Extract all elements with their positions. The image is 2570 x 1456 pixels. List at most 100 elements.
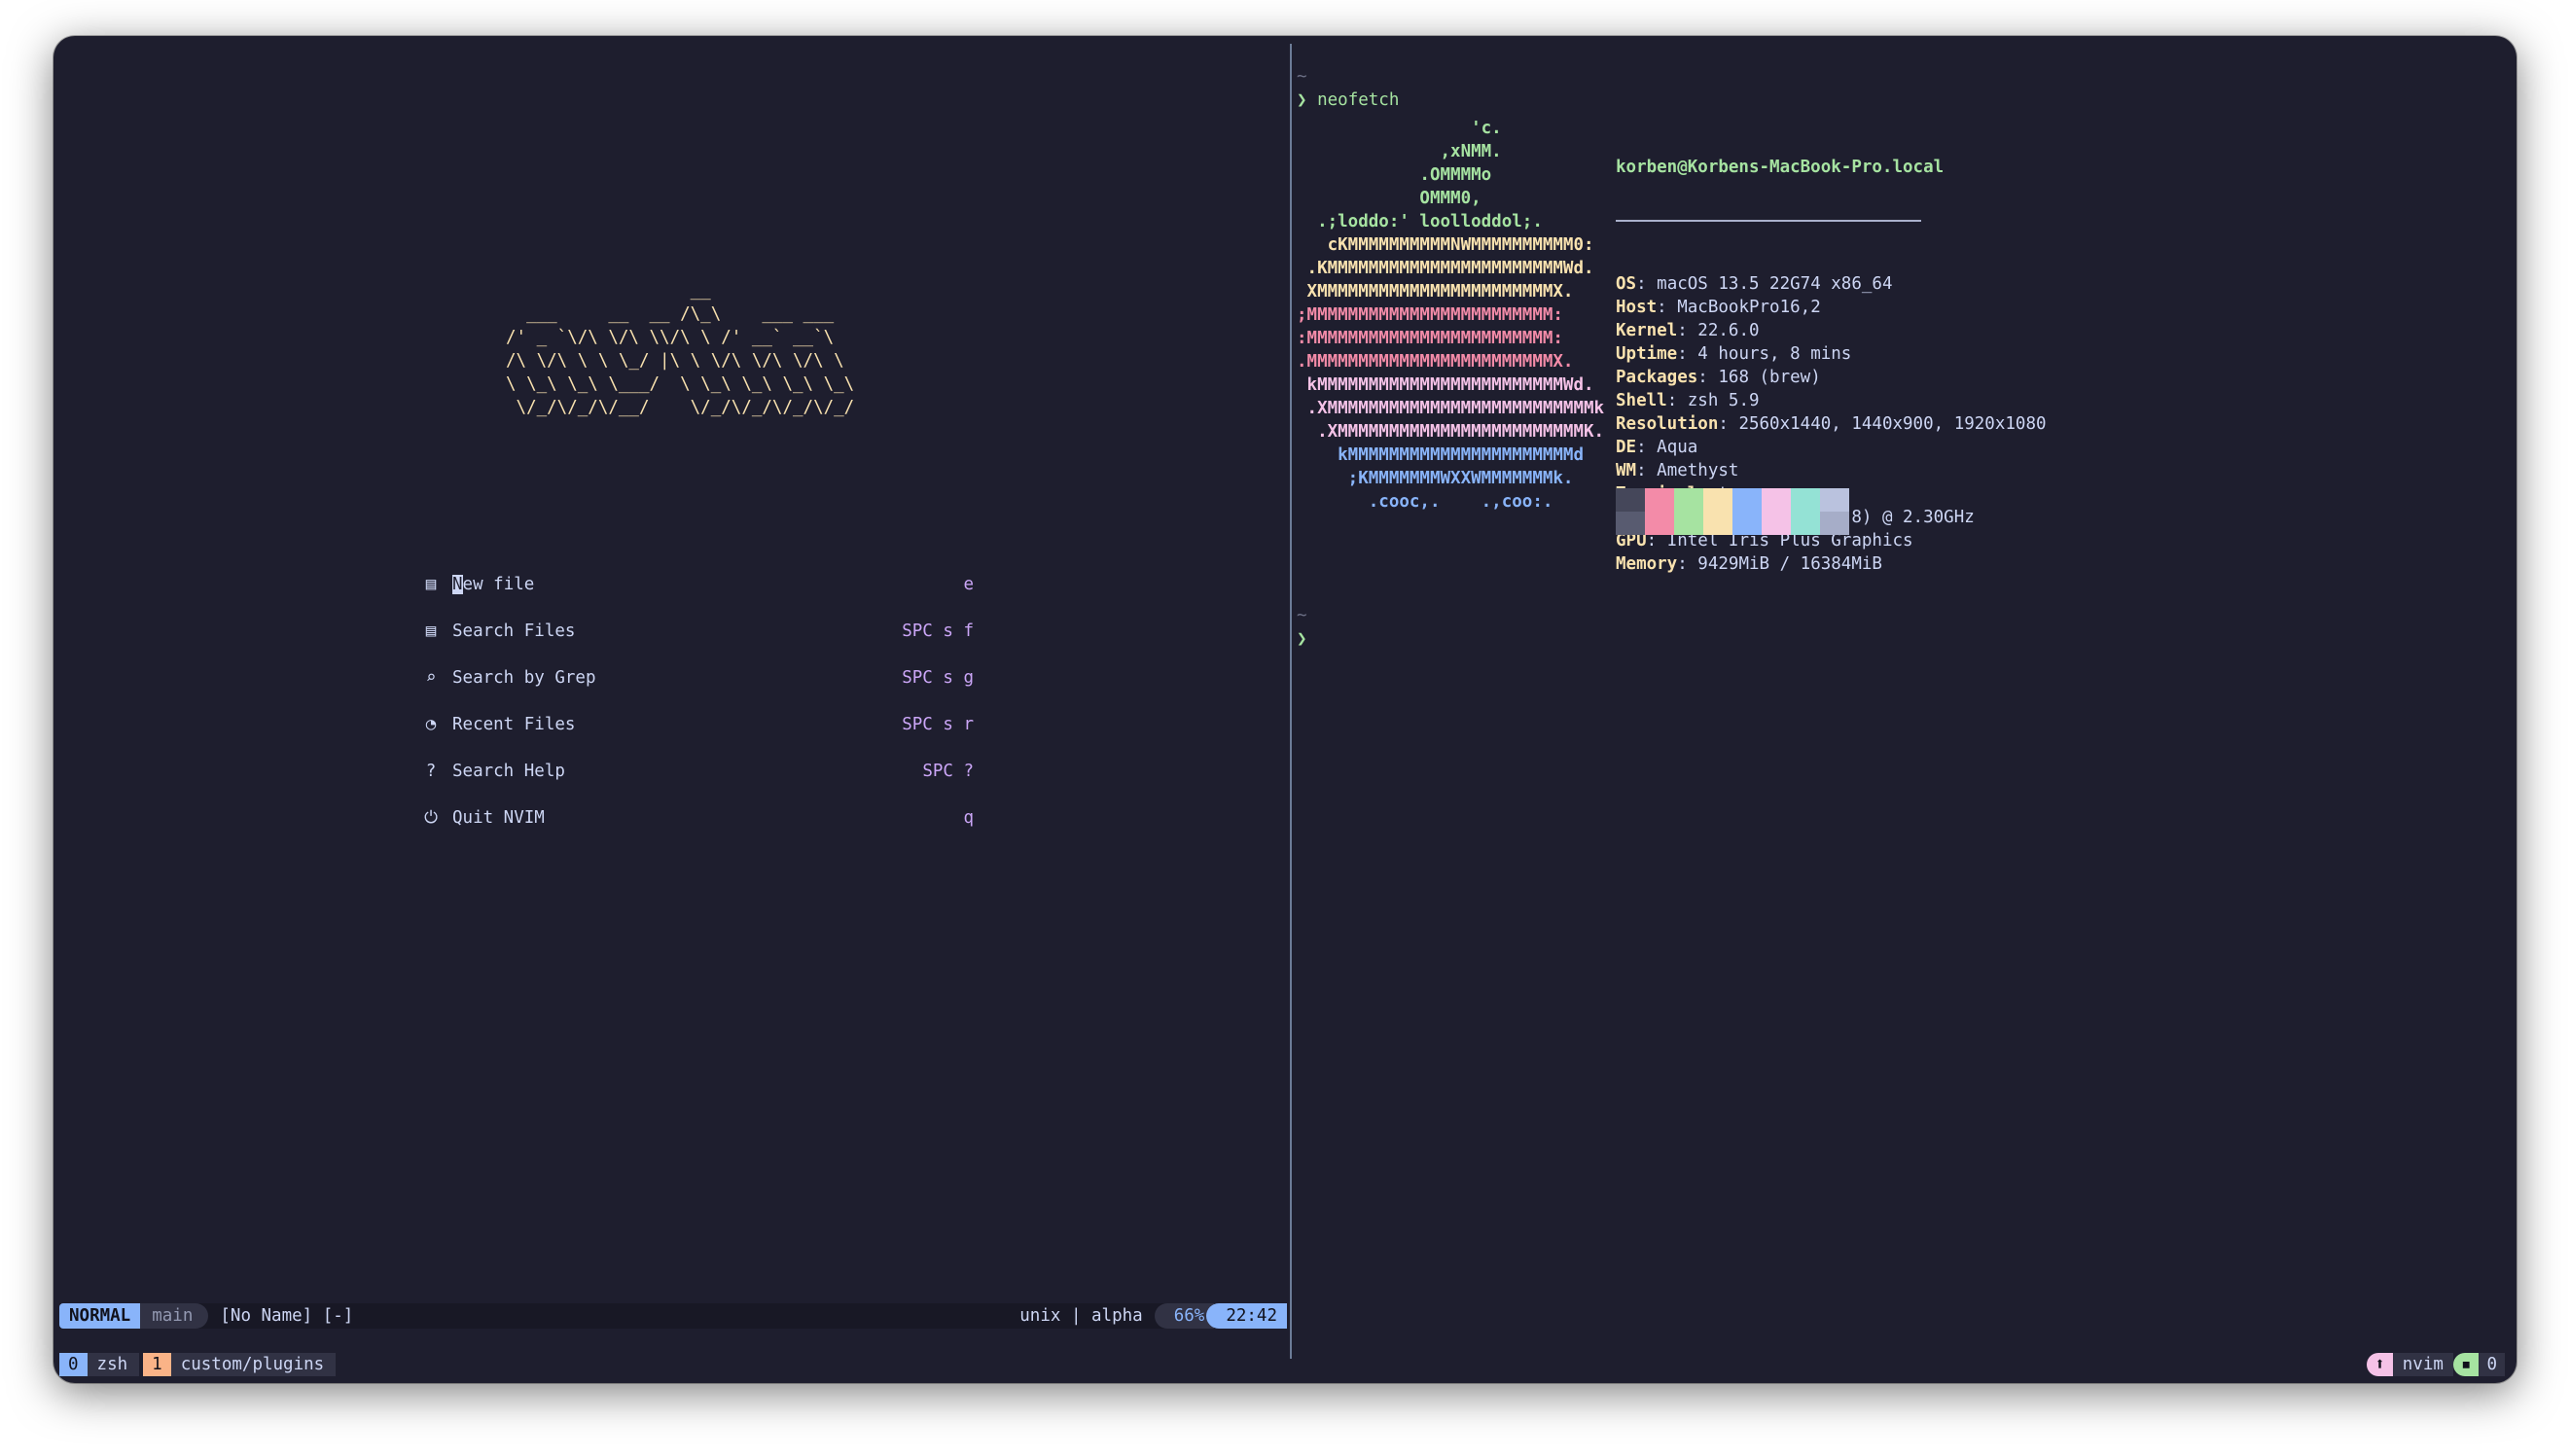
info-key: WM	[1616, 461, 1637, 480]
info-row: OS: macOS 13.5 22G74 x86_64	[1616, 274, 1893, 294]
info-key: DE	[1616, 438, 1637, 457]
info-key: OS	[1616, 274, 1637, 294]
power-icon: ⏻	[424, 808, 438, 828]
ascii-line: ;MMMMMMMMMMMMMMMMMMMMMMMM:	[1297, 305, 1563, 325]
dashboard-item-shortcut: SPC s f	[902, 621, 974, 641]
ascii-line: .KMMMMMMMMMMMMMMMMMMMMMMMWd.	[1297, 259, 1594, 278]
help-icon: ?	[425, 762, 437, 781]
logo-line: /\ \/\ \ \ \_/ |\ \ \/\ \/\ \/\ \	[506, 351, 844, 371]
info-value: zsh 5.9	[1687, 391, 1760, 410]
info-row: Uptime: 4 hours, 8 mins	[1616, 344, 1852, 364]
info-row: Shell: zsh 5.9	[1616, 391, 1760, 410]
logo-line: ___ __ __ /\_\ ___ ___	[506, 304, 835, 324]
session-icon: ▪	[2452, 1353, 2480, 1376]
tmux-window-0[interactable]: zsh	[87, 1353, 140, 1376]
info-row: Resolution: 2560x1440, 1440x900, 1920x10…	[1616, 414, 2047, 434]
info-key: Uptime	[1616, 344, 1678, 364]
prompt-symbol: ❯	[1297, 90, 1307, 110]
logo-line: __	[506, 281, 711, 301]
pane-divider[interactable]	[1290, 44, 1292, 1359]
info-value: 22.6.0	[1697, 321, 1760, 340]
dashboard-item-2[interactable]: ⌕ Search by Grep SPC s g	[423, 658, 974, 697]
ascii-line: cKMMMMMMMMMMNWMMMMMMMMMM0:	[1297, 235, 1594, 255]
ascii-line: OMMM0,	[1297, 189, 1481, 208]
info-key: Shell	[1616, 391, 1667, 410]
ascii-line: .;loddo:' loolloddol;.	[1297, 212, 1543, 231]
info-value: Amethyst	[1657, 461, 1739, 480]
info-value: 2560x1440, 1440x900, 1920x1080	[1738, 414, 2047, 434]
color-swatch	[1674, 512, 1703, 535]
dashboard-item-label: Search Files	[452, 621, 576, 641]
tmux-window-index-0[interactable]: 0	[59, 1353, 88, 1376]
command-line: ❯ neofetch	[1297, 90, 1399, 110]
git-branch: main	[140, 1303, 209, 1329]
text-cursor: N	[452, 575, 463, 594]
info-key: Kernel	[1616, 321, 1678, 340]
ascii-line: :MMMMMMMMMMMMMMMMMMMMMMMM:	[1297, 329, 1563, 348]
file-icon: ▤	[425, 575, 437, 594]
ascii-line: .XMMMMMMMMMMMMMMMMMMMMMMMMMMk	[1297, 399, 1605, 418]
info-value: Aqua	[1657, 438, 1698, 457]
cwd-tilde: ~	[1297, 67, 1307, 87]
info-row: Host: MacBookPro16,2	[1616, 298, 1821, 317]
command-text: neofetch	[1317, 90, 1400, 110]
color-swatch	[1732, 488, 1762, 512]
process-icon: ⬆	[2367, 1353, 2393, 1376]
user-host: korben@Korbens-MacBook-Pro.local	[1616, 158, 1945, 177]
color-swatch	[1820, 512, 1849, 535]
dashboard-item-label: Quit NVIM	[452, 808, 545, 828]
ascii-line: kMMMMMMMMMMMMMMMMMMMMMMMMWd.	[1297, 375, 1594, 395]
logo-line: /' _ `\/\ \/\ \\/\ \ /' __` __`\	[506, 328, 835, 347]
color-swatch	[1703, 488, 1732, 512]
cwd-tilde-2: ~	[1297, 606, 1307, 625]
nvim-statusline: NORMAL main [No Name] [-] unix | alpha 6…	[59, 1303, 1287, 1329]
color-swatch	[1762, 488, 1791, 512]
color-swatch	[1674, 488, 1703, 512]
terminal-window: __ ___ __ __ /\_\ ___ ___ /' _ `\/\ \/\ \…	[54, 36, 2516, 1383]
dashboard-item-label: Search Help	[452, 762, 565, 781]
nvim-pane[interactable]: __ ___ __ __ /\_\ ___ ___ /' _ `\/\ \/\ \…	[54, 36, 1289, 1349]
color-swatch	[1791, 488, 1820, 512]
color-swatch	[1616, 512, 1645, 535]
tmux-window-1[interactable]: custom/plugins	[170, 1353, 337, 1376]
apple-ascii-art: 'c. ,xNMM. .OMMMMo OMMM0, .;loddo:' lool…	[1297, 117, 1604, 514]
title-underline	[1616, 220, 1921, 222]
prompt-symbol-2[interactable]: ❯	[1297, 629, 1307, 649]
ascii-line: ;KMMMMMMMWXXWMMMMMMMk.	[1297, 469, 1574, 488]
ascii-line: ,xNMM.	[1297, 142, 1502, 161]
dashboard-item-label: New file	[452, 575, 963, 594]
color-swatch	[1645, 488, 1674, 512]
dashboard-item-4[interactable]: ? Search Help SPC ?	[423, 752, 974, 791]
scroll-percent: 66%	[1154, 1303, 1215, 1329]
ascii-line: kMMMMMMMMMMMMMMMMMMMMMMd	[1297, 445, 1585, 465]
ascii-line: .OMMMMo	[1297, 165, 1492, 185]
ascii-line: .MMMMMMMMMMMMMMMMMMMMMMMMX.	[1297, 352, 1574, 372]
search-icon: ⌕	[425, 668, 437, 688]
info-row: Kernel: 22.6.0	[1616, 321, 1760, 340]
ascii-line: XMMMMMMMMMMMMMMMMMMMMMMMX.	[1297, 282, 1574, 302]
current-process: nvim	[2392, 1353, 2453, 1376]
tmux-window-index-1[interactable]: 1	[143, 1353, 171, 1376]
color-swatch	[1645, 512, 1674, 535]
dashboard-item-1[interactable]: ▤ Search Files SPC s f	[423, 612, 974, 651]
color-palette	[1616, 488, 1849, 535]
dashboard-item-label-rest: ew file	[462, 575, 535, 594]
info-row: Packages: 168 (brew)	[1616, 368, 1821, 387]
info-value: macOS 13.5 22G74 x86_64	[1657, 274, 1893, 294]
color-swatch	[1703, 512, 1732, 535]
dashboard-item-5[interactable]: ⏻ Quit NVIM q	[423, 799, 974, 837]
system-info: korben@Korbens-MacBook-Pro.local OS: mac…	[1616, 117, 2047, 615]
ascii-line: .XMMMMMMMMMMMMMMMMMMMMMMMMK.	[1297, 422, 1605, 442]
color-swatch	[1820, 488, 1849, 512]
dashboard-item-shortcut: SPC ?	[922, 762, 974, 781]
color-swatch	[1616, 488, 1645, 512]
dashboard-item-3[interactable]: ◔ Recent Files SPC s r	[423, 705, 974, 744]
dashboard-item-0[interactable]: ▤ New file e	[423, 565, 974, 604]
nvim-ascii-logo: __ ___ __ __ /\_\ ___ ___ /' _ `\/\ \/\ \…	[506, 279, 854, 419]
dashboard-item-shortcut: q	[963, 808, 974, 828]
shell-pane[interactable]: ~ ❯ neofetch 'c. ,xNMM. .OMMMMo OMMM0, .…	[1297, 36, 2516, 1349]
logo-line: \/_/\/_/\/__/ \/_/\/_/\/_/\/_/	[506, 398, 855, 417]
file-format: unix | alpha	[1019, 1306, 1143, 1326]
info-value: 168 (brew)	[1718, 368, 1821, 387]
session-count: 0	[2479, 1353, 2505, 1376]
